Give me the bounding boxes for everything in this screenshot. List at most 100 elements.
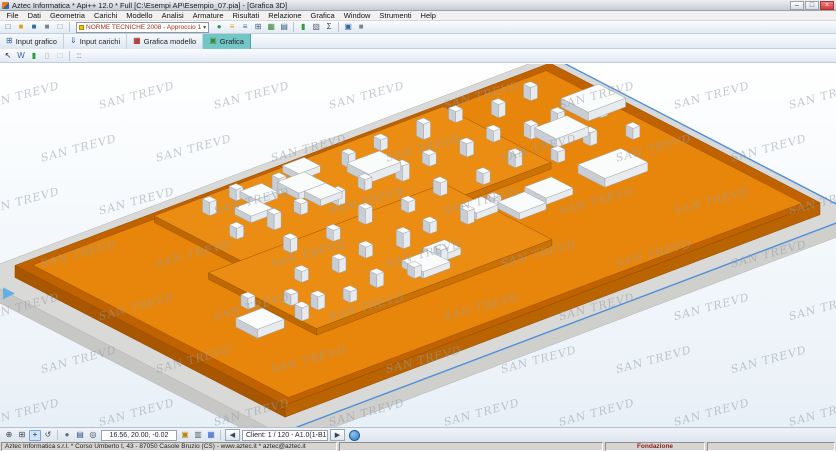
menu-dati[interactable]: Dati	[23, 11, 45, 20]
print-icon[interactable]: ■	[41, 22, 53, 33]
pan-icon[interactable]: +	[29, 430, 41, 441]
menu-analisi[interactable]: Analisi	[157, 11, 188, 20]
copy-view-icon[interactable]: ▥	[192, 430, 204, 441]
module-label: Fondazione	[605, 442, 705, 451]
statusbar-nav-icons: ⊕⊞+↺ ●▤◎	[3, 430, 99, 441]
toolbar-separator	[220, 430, 221, 440]
watermark-text: SAN TREVD	[614, 343, 693, 376]
menu-armature[interactable]: Armature	[188, 11, 228, 20]
copy-icon[interactable]: □	[54, 22, 66, 33]
toolbar-view-tools: ↖W▮▯□::	[0, 49, 836, 63]
window-icon[interactable]: ▣	[342, 22, 354, 33]
status-panel-empty	[339, 442, 603, 451]
input-carichi-icon: ⇓	[70, 37, 77, 45]
menu-geometria[interactable]: Geometria	[45, 11, 89, 20]
menu-modello[interactable]: Modello	[122, 11, 157, 20]
tab-input-carichi[interactable]: ⇓ Input carichi	[64, 34, 127, 49]
toolbar-separator	[57, 430, 58, 440]
menu-window[interactable]: Window	[339, 11, 375, 20]
app-icon	[2, 2, 9, 9]
menu-help[interactable]: Help	[416, 11, 440, 20]
tab-input-grafico[interactable]: ⊞ Input grafico	[0, 34, 64, 49]
title-bar: Aztec Informatica * Api++ 12.0 * Full [C…	[0, 0, 836, 11]
coordinates-field[interactable]: 16.56, 20.00, -0.02	[101, 430, 177, 441]
menu-relazione[interactable]: Relazione	[264, 11, 306, 20]
options-icon[interactable]: ▧	[310, 22, 322, 33]
snap-grid-icon[interactable]: ::	[73, 50, 85, 61]
loads-icon[interactable]: ≡	[226, 22, 238, 33]
open-folder-icon[interactable]: ■	[15, 22, 27, 33]
prev-combination-button[interactable]: ◀	[225, 429, 240, 441]
shaded-view-icon[interactable]: □	[54, 50, 66, 61]
toolbar-standard: □■■■□ NORME TECNICHE 2008 - Approccio 1 …	[0, 21, 836, 34]
capture-icon[interactable]: ▣	[179, 430, 191, 441]
grid-icon[interactable]: ▦	[205, 430, 217, 441]
watermark-text: SAN TREVD	[729, 132, 808, 165]
zoom-window-icon[interactable]: ⊞	[16, 430, 28, 441]
tab-label: Input carichi	[80, 37, 120, 46]
mesh-icon[interactable]: ▦	[265, 22, 277, 33]
wireframe-icon[interactable]: W	[15, 50, 27, 61]
watermark-text: SAN TREVD	[672, 291, 751, 324]
watermark-text: SAN TREVD	[672, 79, 751, 112]
toolbar-separator	[338, 22, 339, 32]
watermark-text: SAN TREVD	[442, 396, 521, 427]
design-code-value: NORME TECNICHE 2008 - Approccio 1	[86, 24, 201, 31]
pointer-icon[interactable]: ↖	[2, 50, 14, 61]
tab-label: Grafica	[220, 37, 244, 46]
tab-grafica[interactable]: ▣ Grafica	[203, 34, 251, 49]
input-grafico-icon: ⊞	[6, 37, 13, 45]
globe-icon[interactable]	[349, 430, 360, 441]
toolbar-file-group: □■■■□	[2, 22, 72, 33]
design-code-combo[interactable]: NORME TECNICHE 2008 - Approccio 1 ▾	[76, 22, 209, 33]
new-file-icon[interactable]: □	[2, 22, 14, 33]
statusbar-tool-icons: ▣▥▦	[179, 430, 223, 441]
print-preview-icon[interactable]: ■	[355, 22, 367, 33]
watermark-text: SAN TREVD	[97, 396, 176, 427]
redraw-icon[interactable]: ●	[61, 430, 73, 441]
menu-grafica[interactable]: Grafica	[306, 11, 339, 20]
sections-icon[interactable]: ≡	[239, 22, 251, 33]
toolbar-views: ⊞ Input grafico ⇓ Input carichi ▦ Grafic…	[0, 34, 836, 49]
company-info: Aztec Informatica s.r.l. * Corso Umberto…	[1, 442, 337, 451]
hidden-lines-icon[interactable]: ▯	[41, 50, 53, 61]
grafica-modello-icon: ▦	[133, 37, 141, 45]
save-icon[interactable]: ■	[28, 22, 40, 33]
maximize-button[interactable]: □	[805, 1, 819, 10]
watermark-text: SAN TREVD	[39, 343, 118, 376]
menu-file[interactable]: File	[2, 11, 23, 20]
toolbar-separator	[293, 22, 294, 32]
toolbar-model-group: ●≡≡⊞▦▤▮▧Σ▣■	[213, 22, 367, 33]
solid-view-icon[interactable]: ▮	[28, 50, 40, 61]
menu-risultati[interactable]: Risultati	[228, 11, 264, 20]
menu-strumenti[interactable]: Strumenti	[375, 11, 416, 20]
chevron-down-icon: ▾	[203, 24, 206, 31]
app-window: Aztec Informatica * Api++ 12.0 * Full [C…	[0, 0, 836, 451]
tab-label: Input grafico	[16, 37, 57, 46]
menu-carichi[interactable]: Carichi	[89, 11, 121, 20]
orbit-icon[interactable]: ↺	[42, 430, 54, 441]
watermark-text: SAN TREVD	[0, 185, 61, 218]
info-bar: Aztec Informatica s.r.l. * Corso Umberto…	[0, 442, 836, 451]
layers-icon[interactable]: ▤	[74, 430, 86, 441]
menu-bar: FileDatiGeometriaCarichiModelloAnalisiAr…	[0, 11, 836, 21]
materials-icon[interactable]: ●	[213, 22, 225, 33]
watermark-text: SAN TREVD	[557, 396, 636, 427]
calc-icon[interactable]: Σ	[323, 22, 335, 33]
combination-field[interactable]: Client: 1 / 120 - A1.0(1-B1	[242, 430, 328, 441]
watermark-text: SAN TREVD	[154, 132, 233, 165]
next-combination-button[interactable]: ▶	[330, 429, 345, 441]
grafica-icon: ▣	[209, 37, 217, 45]
watermark-text: SAN TREVD	[327, 79, 406, 112]
fit-view-icon[interactable]: ◎	[87, 430, 99, 441]
minimize-button[interactable]: –	[790, 1, 804, 10]
viewport-3d[interactable]: SAN TREVD SAN TREVD SAN TREVD SAN TREVD SAN …	[0, 63, 836, 427]
close-button[interactable]: ×	[820, 1, 834, 10]
tab-grafica-modello[interactable]: ▦ Grafica modello	[127, 34, 203, 49]
window-controls: – □ ×	[790, 1, 834, 10]
data-table-icon[interactable]: ▤	[278, 22, 290, 33]
zoom-icon[interactable]: ⊕	[3, 430, 15, 441]
table-icon[interactable]: ⊞	[252, 22, 264, 33]
tab-label: Grafica modello	[144, 37, 197, 46]
chart-icon[interactable]: ▮	[297, 22, 309, 33]
